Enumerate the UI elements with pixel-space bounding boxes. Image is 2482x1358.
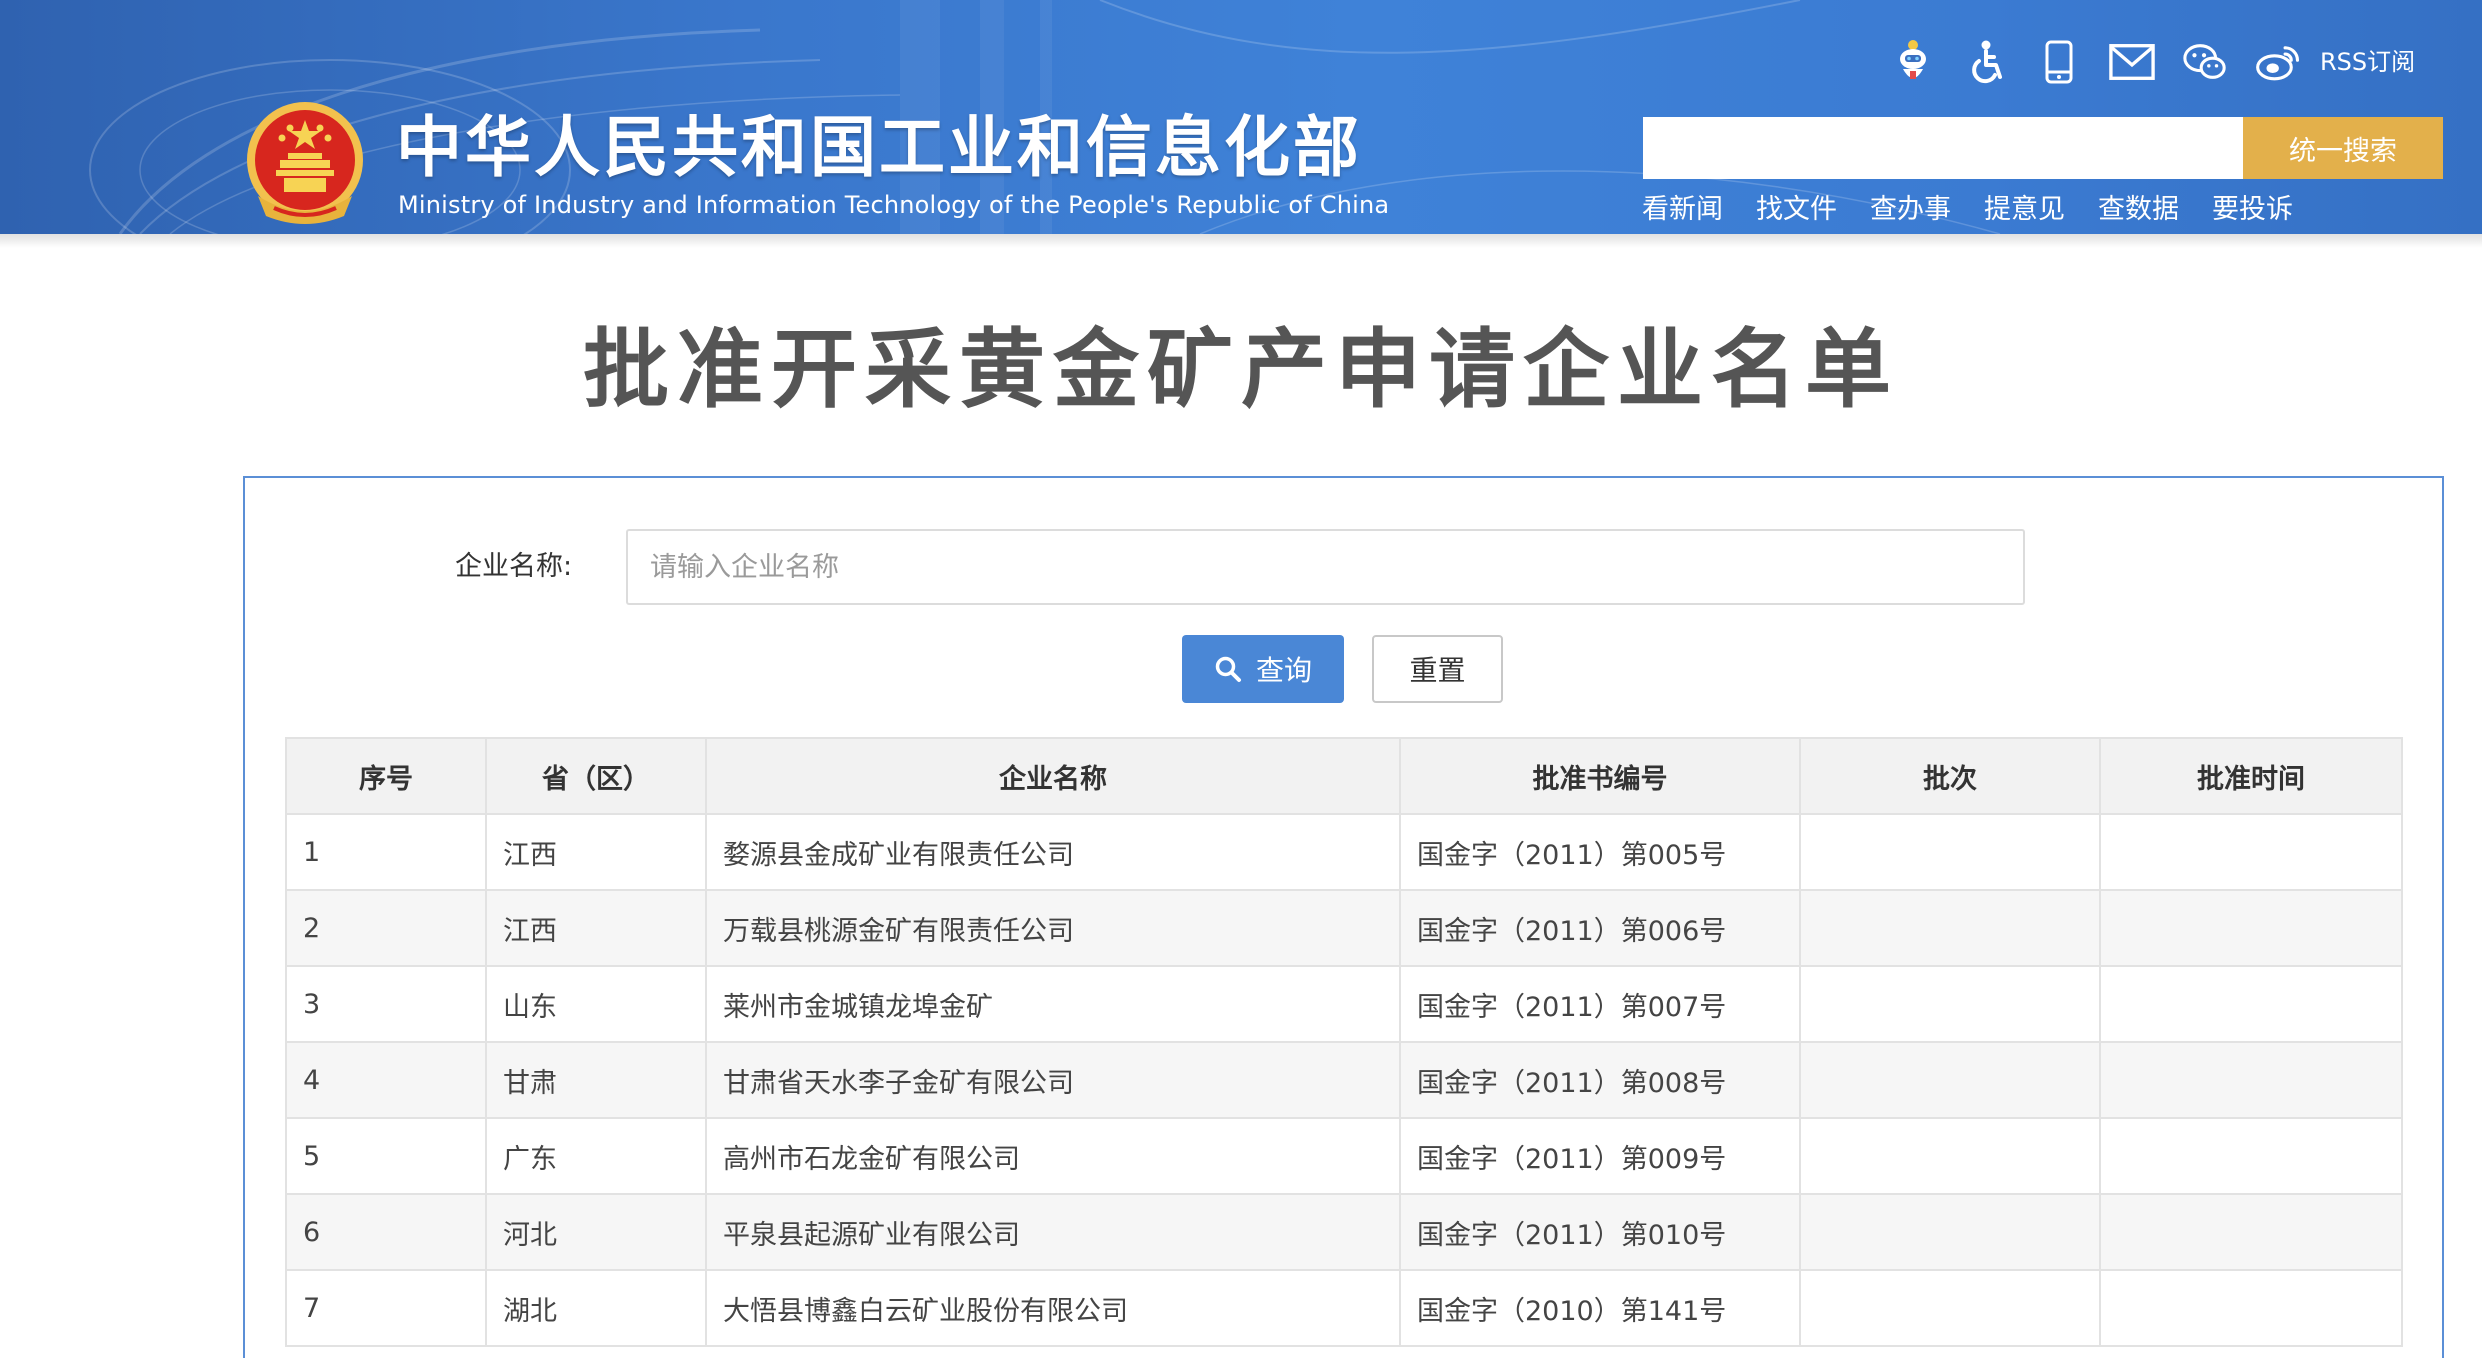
cell-approval-number: 国金字（2011）第007号 [1399, 965, 1801, 1043]
cell-province: 山东 [485, 965, 707, 1043]
site-search: 统一搜索 [1643, 117, 2443, 179]
cell-company-name: 莱州市金城镇龙埠金矿 [705, 965, 1401, 1043]
site-header: 中华人民共和国工业和信息化部 Ministry of Industry and … [0, 0, 2482, 234]
query-button[interactable]: 查询 [1182, 635, 1344, 703]
cell-company-name: 万载县桃源金矿有限责任公司 [705, 889, 1401, 967]
nav-news[interactable]: 看新闻 [1642, 190, 1723, 230]
cell-approval-number: 国金字（2011）第009号 [1399, 1117, 1801, 1195]
robot-assistant-icon[interactable] [1890, 37, 1936, 87]
header-shadow [0, 234, 2482, 248]
cell-index: 6 [285, 1193, 487, 1271]
cell-batch [1799, 1117, 2101, 1195]
national-emblem-icon [247, 102, 363, 224]
mobile-icon[interactable] [2036, 37, 2082, 87]
cell-batch [1799, 965, 2101, 1043]
site-search-input[interactable] [1643, 117, 2243, 179]
cell-index: 3 [285, 965, 487, 1043]
cell-index: 1 [285, 813, 487, 891]
utility-icons: RSS订阅 [1890, 34, 2415, 90]
cell-company-name: 大悟县博鑫白云矿业股份有限公司 [705, 1269, 1401, 1347]
cell-approval-number: 国金字（2010）第141号 [1399, 1269, 1801, 1347]
cell-approval-date [2099, 889, 2403, 967]
cell-batch [1799, 1193, 2101, 1271]
header-index: 序号 [285, 737, 487, 815]
cell-index: 2 [285, 889, 487, 967]
header-approval-date: 批准时间 [2099, 737, 2403, 815]
table-row: 2 江西 万载县桃源金矿有限责任公司 国金字（2011）第006号 [285, 889, 2403, 967]
table-row: 5 广东 高州市石龙金矿有限公司 国金字（2011）第009号 [285, 1117, 2403, 1195]
cell-province: 江西 [485, 889, 707, 967]
reset-button[interactable]: 重置 [1372, 635, 1503, 703]
company-table: 序号 省（区） 企业名称 批准书编号 批次 批准时间 1 江西 婺源县金成矿业有… [285, 737, 2403, 1347]
header-company-name: 企业名称 [705, 737, 1401, 815]
header-nav: 看新闻 找文件 查办事 提意见 查数据 要投诉 [1642, 190, 2326, 230]
cell-province: 湖北 [485, 1269, 707, 1347]
wechat-icon[interactable] [2182, 37, 2228, 87]
cell-province: 甘肃 [485, 1041, 707, 1119]
header-province: 省（区） [485, 737, 707, 815]
cell-province: 河北 [485, 1193, 707, 1271]
table-row: 7 湖北 大悟县博鑫白云矿业股份有限公司 国金字（2010）第141号 [285, 1269, 2403, 1347]
nav-services[interactable]: 查办事 [1870, 190, 1951, 230]
cell-approval-date [2099, 1269, 2403, 1347]
site-search-button[interactable]: 统一搜索 [2243, 117, 2443, 179]
cell-company-name: 婺源县金成矿业有限责任公司 [705, 813, 1401, 891]
table-row: 6 河北 平泉县起源矿业有限公司 国金字（2011）第010号 [285, 1193, 2403, 1271]
cell-index: 4 [285, 1041, 487, 1119]
search-icon [1214, 655, 1242, 683]
cell-company-name: 甘肃省天水李子金矿有限公司 [705, 1041, 1401, 1119]
table-row: 3 山东 莱州市金城镇龙埠金矿 国金字（2011）第007号 [285, 965, 2403, 1043]
cell-approval-number: 国金字（2011）第006号 [1399, 889, 1801, 967]
cell-approval-number: 国金字（2011）第008号 [1399, 1041, 1801, 1119]
cell-approval-date [2099, 1193, 2403, 1271]
table-header-row: 序号 省（区） 企业名称 批准书编号 批次 批准时间 [285, 737, 2403, 815]
accessibility-icon[interactable] [1963, 37, 2009, 87]
nav-feedback[interactable]: 提意见 [1984, 190, 2065, 230]
cell-batch [1799, 1269, 2101, 1347]
nav-data[interactable]: 查数据 [2098, 190, 2179, 230]
rss-link[interactable]: RSS订阅 [2320, 34, 2415, 90]
cell-approval-date [2099, 813, 2403, 891]
mail-icon[interactable] [2109, 37, 2155, 87]
header-batch: 批次 [1799, 737, 2101, 815]
cell-approval-date [2099, 1041, 2403, 1119]
cell-province: 广东 [485, 1117, 707, 1195]
page-title: 批准开采黄金矿产申请企业名单 [583, 320, 1899, 420]
cell-company-name: 高州市石龙金矿有限公司 [705, 1117, 1401, 1195]
cell-index: 7 [285, 1269, 487, 1347]
cell-batch [1799, 813, 2101, 891]
cell-batch [1799, 1041, 2101, 1119]
header-approval-number: 批准书编号 [1399, 737, 1801, 815]
site-title: 中华人民共和国工业和信息化部 [396, 109, 1362, 186]
nav-documents[interactable]: 找文件 [1756, 190, 1837, 230]
company-name-label: 企业名称: [455, 551, 573, 582]
table-row: 1 江西 婺源县金成矿业有限责任公司 国金字（2011）第005号 [285, 813, 2403, 891]
site-subtitle: Ministry of Industry and Information Tec… [398, 191, 1390, 219]
cell-index: 5 [285, 1117, 487, 1195]
weibo-icon[interactable] [2255, 37, 2301, 87]
cell-approval-date [2099, 1117, 2403, 1195]
cell-approval-number: 国金字（2011）第010号 [1399, 1193, 1801, 1271]
cell-batch [1799, 889, 2101, 967]
cell-company-name: 平泉县起源矿业有限公司 [705, 1193, 1401, 1271]
cell-approval-number: 国金字（2011）第005号 [1399, 813, 1801, 891]
query-button-label: 查询 [1255, 654, 1312, 687]
cell-approval-date [2099, 965, 2403, 1043]
nav-complaint[interactable]: 要投诉 [2212, 190, 2293, 230]
cell-province: 江西 [485, 813, 707, 891]
table-row: 4 甘肃 甘肃省天水李子金矿有限公司 国金字（2011）第008号 [285, 1041, 2403, 1119]
company-name-input[interactable] [626, 529, 2025, 605]
